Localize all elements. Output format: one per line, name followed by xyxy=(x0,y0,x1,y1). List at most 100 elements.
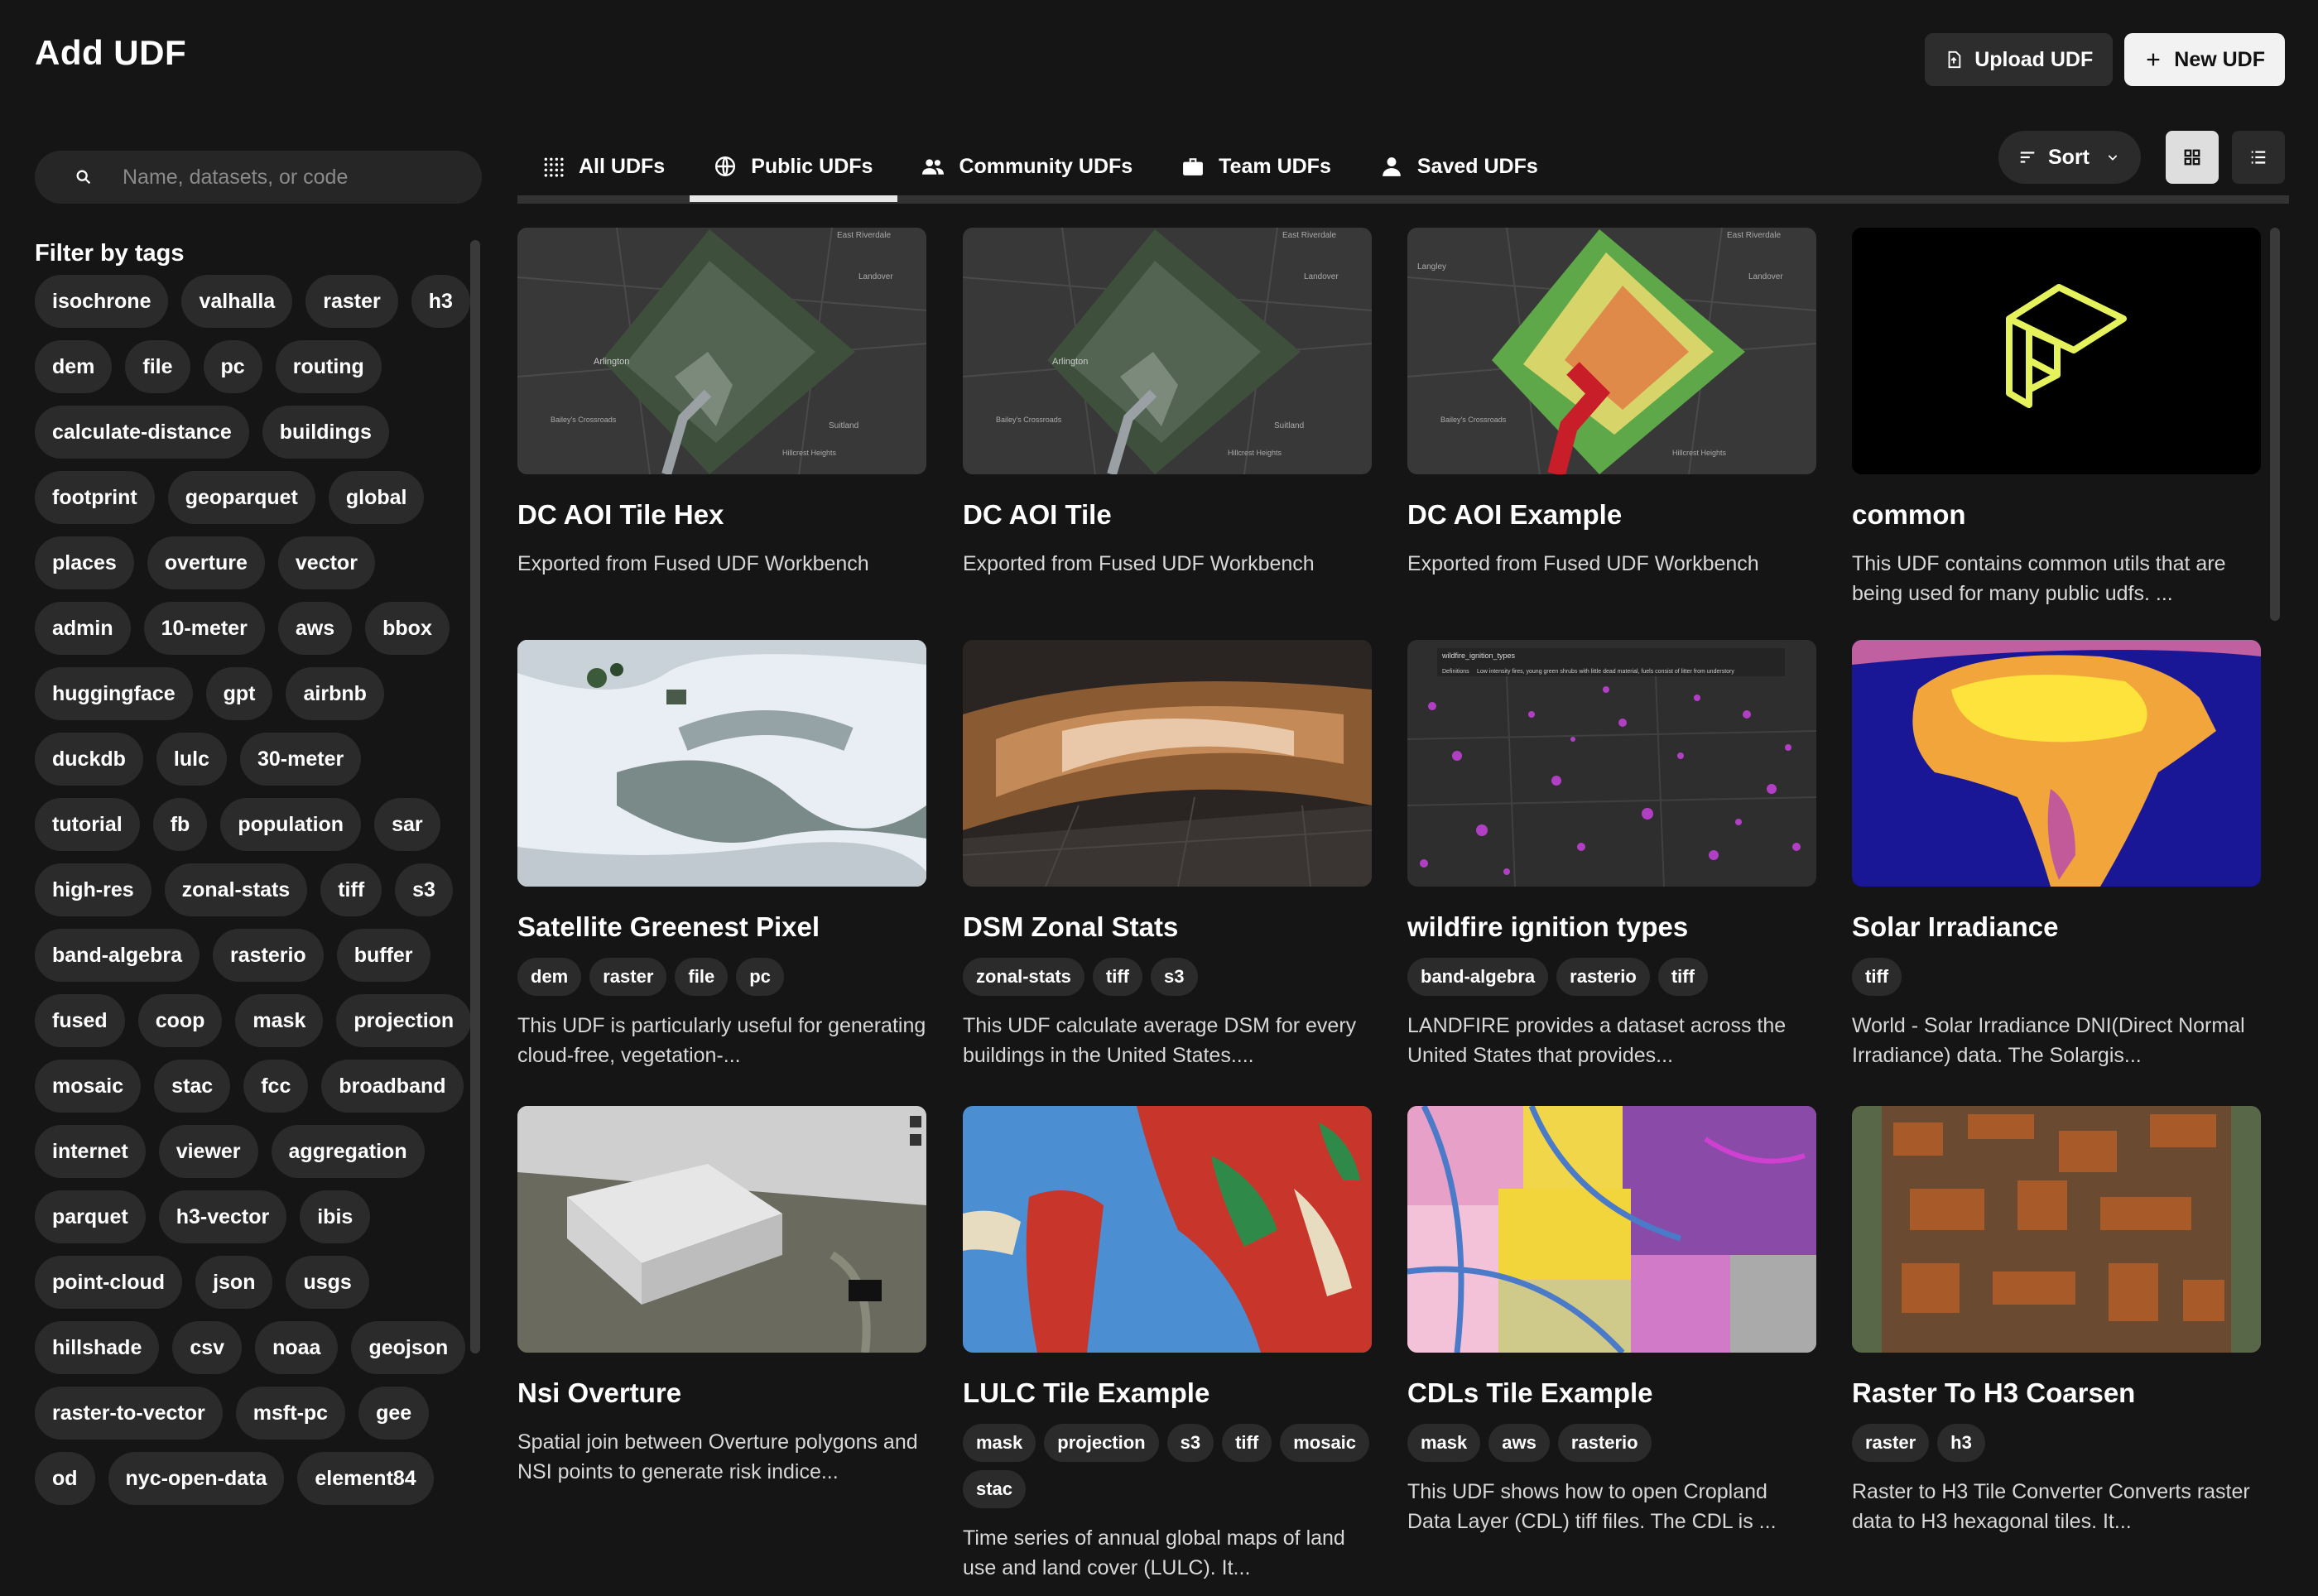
filter-tag-element84[interactable]: element84 xyxy=(297,1452,434,1505)
filter-tag-buffer[interactable]: buffer xyxy=(336,929,430,982)
filter-tag-internet[interactable]: internet xyxy=(35,1125,146,1178)
filter-tag-admin[interactable]: admin xyxy=(35,602,131,655)
filter-tag-geojson[interactable]: geojson xyxy=(351,1321,466,1374)
tab-community-udfs[interactable]: Community UDFs xyxy=(897,132,1157,200)
filter-tag-bbox[interactable]: bbox xyxy=(365,602,450,655)
filter-tag-s3[interactable]: s3 xyxy=(395,863,453,916)
filter-tag-overture[interactable]: overture xyxy=(147,536,265,589)
udf-card-dc-aoi-tile-hex[interactable]: Arlington East Riverdale Landover Bailey… xyxy=(517,228,926,579)
card-tag[interactable]: tiff xyxy=(1657,958,1708,996)
filter-tag-high-res[interactable]: high-res xyxy=(35,863,151,916)
card-tag[interactable]: dem xyxy=(517,958,582,996)
search-box[interactable] xyxy=(35,151,482,204)
filter-tag-mask[interactable]: mask xyxy=(235,994,324,1047)
card-tag[interactable]: tiff xyxy=(1852,958,1902,996)
filter-tag-tiff[interactable]: tiff xyxy=(320,863,382,916)
filter-tag-footprint[interactable]: footprint xyxy=(35,471,155,524)
filter-tag-ibis[interactable]: ibis xyxy=(300,1190,371,1243)
filter-tag-aggregation[interactable]: aggregation xyxy=(271,1125,425,1178)
card-tag[interactable]: h3 xyxy=(1937,1424,1985,1462)
udf-card-dc-aoi-example[interactable]: East Riverdale Landover Langley Bailey's… xyxy=(1407,228,1816,579)
filter-tag-viewer[interactable]: viewer xyxy=(158,1125,258,1178)
filter-tag-vector[interactable]: vector xyxy=(277,536,375,589)
filter-tag-rasterio[interactable]: rasterio xyxy=(212,929,324,982)
udf-card-dc-aoi-tile[interactable]: Arlington East Riverdale Landover Bailey… xyxy=(963,228,1372,579)
card-tag[interactable]: rasterio xyxy=(1556,958,1650,996)
filter-tag-geoparquet[interactable]: geoparquet xyxy=(167,471,315,524)
udf-card-lulc-tile-example[interactable]: LULC Tile Example mask projection s3 tif… xyxy=(963,1106,1372,1583)
filter-tag-gee[interactable]: gee xyxy=(358,1387,430,1440)
filter-tag-valhalla[interactable]: valhalla xyxy=(181,275,293,328)
tab-public-udfs[interactable]: Public UDFs xyxy=(690,132,898,202)
udf-card-common[interactable]: common This UDF contains common utils th… xyxy=(1852,228,2261,608)
tab-saved-udfs[interactable]: Saved UDFs xyxy=(1356,132,1563,200)
filter-tag-dem[interactable]: dem xyxy=(35,340,113,393)
card-tag[interactable]: projection xyxy=(1044,1424,1159,1462)
filter-tag-sar[interactable]: sar xyxy=(374,798,440,851)
filter-tag-airbnb[interactable]: airbnb xyxy=(286,667,384,720)
filter-tag-tutorial[interactable]: tutorial xyxy=(35,798,140,851)
card-tag[interactable]: band-algebra xyxy=(1407,958,1549,996)
filter-tag-buildings[interactable]: buildings xyxy=(262,406,389,459)
tab-team-udfs[interactable]: Team UDFs xyxy=(1157,132,1356,200)
filter-tag-parquet[interactable]: parquet xyxy=(35,1190,146,1243)
list-view-button[interactable] xyxy=(2232,131,2285,184)
tab-all-udfs[interactable]: All UDFs xyxy=(517,132,690,200)
card-tag[interactable]: raster xyxy=(589,958,667,996)
filter-tag-places[interactable]: places xyxy=(35,536,134,589)
filter-tag-10-meter[interactable]: 10-meter xyxy=(143,602,265,655)
filter-tag-band-algebra[interactable]: band-algebra xyxy=(35,929,200,982)
udf-card-satellite-greenest-pixel[interactable]: Satellite Greenest Pixel dem raster file… xyxy=(517,640,926,1070)
filter-tag-pc[interactable]: pc xyxy=(203,340,262,393)
search-input[interactable] xyxy=(123,165,454,190)
card-tag[interactable]: tiff xyxy=(1092,958,1143,996)
filter-tag-broadband[interactable]: broadband xyxy=(321,1060,464,1113)
card-tag[interactable]: raster xyxy=(1852,1424,1930,1462)
filter-tag-usgs[interactable]: usgs xyxy=(286,1256,369,1309)
filter-tag-global[interactable]: global xyxy=(328,471,425,524)
filter-tag-raster[interactable]: raster xyxy=(305,275,398,328)
filter-tag-msft-pc[interactable]: msft-pc xyxy=(235,1387,346,1440)
filter-tag-coop[interactable]: coop xyxy=(137,994,223,1047)
card-tag[interactable]: s3 xyxy=(1166,1424,1214,1462)
main-scrollbar[interactable] xyxy=(2270,228,2280,621)
filter-tag-h3[interactable]: h3 xyxy=(411,275,470,328)
filter-tag-raster-to-vector[interactable]: raster-to-vector xyxy=(35,1387,223,1440)
filter-tag-fb[interactable]: fb xyxy=(152,798,208,851)
filter-tag-duckdb[interactable]: duckdb xyxy=(35,733,143,786)
filter-tag-point-cloud[interactable]: point-cloud xyxy=(35,1256,183,1309)
grid-view-button[interactable] xyxy=(2166,131,2219,184)
udf-card-raster-to-h3-coarsen[interactable]: Raster To H3 Coarsen raster h3 Raster to… xyxy=(1852,1106,2261,1536)
filter-tag-routing[interactable]: routing xyxy=(275,340,382,393)
filter-tag-isochrone[interactable]: isochrone xyxy=(35,275,169,328)
filter-tag-stac[interactable]: stac xyxy=(154,1060,231,1113)
udf-card-cdls-tile-example[interactable]: CDLs Tile Example mask aws rasterio This… xyxy=(1407,1106,1816,1536)
filter-tag-gpt[interactable]: gpt xyxy=(205,667,273,720)
udf-card-nsi-overture[interactable]: Nsi Overture Spatial join between Overtu… xyxy=(517,1106,926,1487)
card-tag[interactable]: zonal-stats xyxy=(963,958,1084,996)
sort-button[interactable]: Sort xyxy=(1998,131,2141,184)
filter-tag-aws[interactable]: aws xyxy=(277,602,353,655)
filter-tag-mosaic[interactable]: mosaic xyxy=(35,1060,142,1113)
card-tag[interactable]: tiff xyxy=(1222,1424,1272,1462)
filter-tag-csv[interactable]: csv xyxy=(172,1321,243,1374)
filter-tag-zonal-stats[interactable]: zonal-stats xyxy=(164,863,308,916)
filter-tag-file[interactable]: file xyxy=(125,340,190,393)
card-tag[interactable]: s3 xyxy=(1151,958,1198,996)
filter-tag-h3-vector[interactable]: h3-vector xyxy=(158,1190,287,1243)
filter-tag-fcc[interactable]: fcc xyxy=(243,1060,309,1113)
filter-tag-huggingface[interactable]: huggingface xyxy=(35,667,193,720)
filter-tag-nyc-open-data[interactable]: nyc-open-data xyxy=(108,1452,285,1505)
card-tag[interactable]: stac xyxy=(963,1470,1027,1508)
card-tag[interactable]: aws xyxy=(1488,1424,1550,1462)
card-tag[interactable]: mask xyxy=(963,1424,1036,1462)
filter-tag-population[interactable]: population xyxy=(220,798,362,851)
upload-udf-button[interactable]: Upload UDF xyxy=(1925,33,2114,86)
card-tag[interactable]: rasterio xyxy=(1557,1424,1652,1462)
filter-tag-fused[interactable]: fused xyxy=(35,994,125,1047)
card-tag[interactable]: mask xyxy=(1407,1424,1481,1462)
filter-tag-lulc[interactable]: lulc xyxy=(156,733,227,786)
filter-tag-hillshade[interactable]: hillshade xyxy=(35,1321,160,1374)
filter-tag-calculate-distance[interactable]: calculate-distance xyxy=(35,406,249,459)
filter-tag-30-meter[interactable]: 30-meter xyxy=(239,733,362,786)
